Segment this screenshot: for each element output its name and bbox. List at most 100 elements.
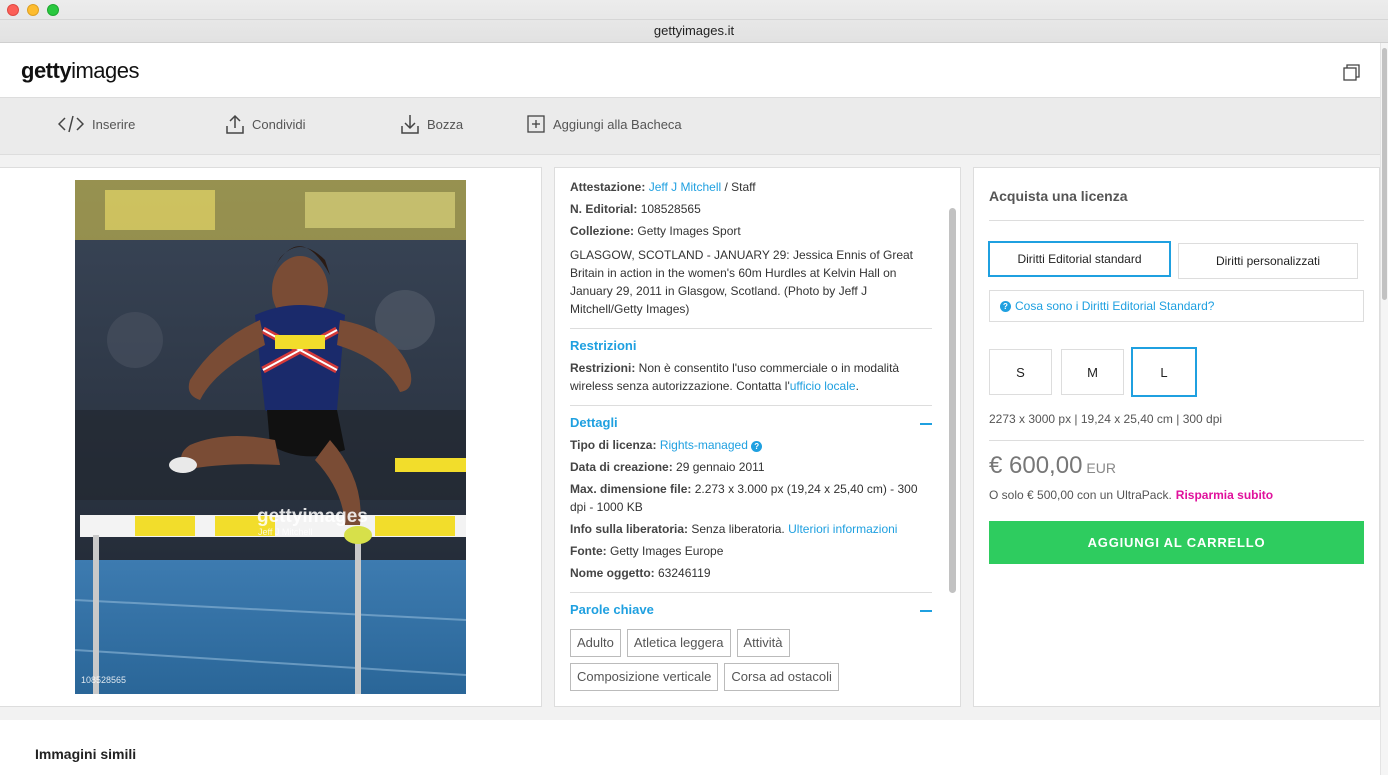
window-url: gettyimages.it — [653, 23, 735, 38]
license-type-label: Tipo di licenza: — [570, 438, 657, 452]
rights-help-box[interactable]: ? Cosa sono i Diritti Editorial Standard… — [989, 290, 1364, 322]
comp-download-button[interactable]: Bozza — [401, 112, 463, 136]
source-row: Fonte: Getty Images Europe — [570, 542, 932, 560]
restrictions-title: Restrizioni — [570, 338, 637, 353]
photo-id-label: 108528565 — [81, 675, 127, 685]
more-info-link[interactable]: Ulteriori informazioni — [788, 522, 897, 536]
creation-date-row: Data di creazione: 29 gennaio 2011 — [570, 458, 932, 476]
size-m-button[interactable]: M — [1061, 349, 1124, 395]
license-purchase-panel: Acquista una licenza Diritti Editorial s… — [973, 167, 1380, 707]
editorial-label: N. Editorial: — [570, 202, 638, 216]
photographer-link[interactable]: Jeff J Mitchell — [649, 180, 721, 194]
minimize-window-button[interactable] — [27, 4, 39, 16]
divider — [989, 440, 1364, 441]
share-label: Condividi — [252, 116, 306, 132]
divider — [570, 592, 932, 593]
share-button[interactable]: Condividi — [226, 112, 305, 136]
selected-dimensions: 2273 x 3000 px | 19,24 x 25,40 cm | 300 … — [989, 412, 1223, 426]
embed-label: Inserire — [92, 116, 136, 132]
release-info-row: Info sulla liberatoria: Senza liberatori… — [570, 520, 932, 538]
athlete-photo[interactable]: gettyimages Jeff J Mitchell 108528565 — [75, 180, 466, 694]
close-window-button[interactable] — [7, 4, 19, 16]
keyword-tag[interactable]: Corsa ad ostacoli — [724, 663, 839, 691]
help-icon: ? — [1000, 300, 1011, 312]
keyword-tag[interactable]: Atletica leggera — [626, 629, 731, 657]
restrictions-end: . — [855, 379, 859, 393]
release-info-label: Info sulla liberatoria: — [570, 522, 689, 536]
restrictions-heading[interactable]: Restrizioni — [570, 337, 932, 359]
max-size-row: Max. dimensione file: 2.273 x 3.000 px (… — [570, 480, 932, 516]
ultrapack-text: O solo € 500,00 con un UltraPack. — [989, 488, 1172, 502]
embed-icon — [58, 115, 84, 133]
help-icon[interactable]: ? — [751, 441, 763, 452]
collection-row: Collezione: Getty Images Sport — [570, 222, 932, 240]
price-currency: EUR — [1086, 460, 1116, 476]
local-office-link[interactable]: ufficio locale — [790, 379, 856, 393]
divider — [989, 220, 1364, 221]
object-name-row: Nome oggetto: 63246119 — [570, 564, 932, 582]
standard-rights-label: Diritti Editorial standard — [1017, 252, 1142, 266]
collapse-keywords-icon[interactable] — [920, 610, 932, 612]
release-info-value: Senza liberatoria. — [691, 522, 785, 536]
keyword-tag[interactable]: Composizione verticale — [570, 663, 719, 691]
details-title: Dettagli — [570, 415, 618, 430]
zoom-window-button[interactable] — [47, 4, 59, 16]
traffic-light-row — [0, 0, 1388, 20]
collection-value: Getty Images Sport — [637, 224, 741, 238]
source-value: Getty Images Europe — [610, 544, 724, 558]
price-value: € 600,00 — [989, 452, 1083, 479]
keyword-tag[interactable]: Adulto — [570, 629, 621, 657]
save-now-link[interactable]: Risparmia subito — [1176, 488, 1273, 502]
share-icon — [226, 114, 244, 134]
size-label: S — [1016, 364, 1025, 380]
photo-watermark: gettyimages — [257, 506, 368, 527]
embed-button[interactable]: Inserire — [58, 112, 135, 136]
photo-watermark-credit: Jeff J Mitchell — [258, 527, 313, 537]
price-display: € 600,00 EUR — [989, 452, 1116, 480]
restrictions-text: Restrizioni: Non è consentito l'uso comm… — [570, 359, 932, 395]
fullscreen-icon[interactable] — [1343, 63, 1361, 81]
keywords-title: Parole chiave — [570, 602, 654, 617]
collection-label: Collezione: — [570, 224, 635, 238]
image-toolbar: Inserire Condividi Bozza Aggiungi alla B… — [0, 98, 1380, 155]
keywords-heading[interactable]: Parole chiave — [570, 601, 932, 623]
max-size-label: Max. dimensione file: — [570, 482, 692, 496]
custom-rights-button[interactable]: Diritti personalizzati — [1178, 243, 1358, 279]
collapse-details-icon[interactable] — [920, 423, 932, 425]
page-scrollbar-thumb[interactable] — [1382, 48, 1387, 300]
image-caption: GLASGOW, SCOTLAND - JANUARY 29: Jessica … — [570, 248, 914, 316]
add-to-cart-label: AGGIUNGI AL CARRELLO — [1087, 535, 1266, 550]
attribution-row: Attestazione: Jeff J Mitchell / Staff — [570, 178, 932, 196]
source-label: Fonte: — [570, 544, 607, 558]
standard-rights-button[interactable]: Diritti Editorial standard — [988, 241, 1171, 277]
custom-rights-label: Diritti personalizzati — [1215, 254, 1321, 268]
image-panel: gettyimages Jeff J Mitchell 108528565 — [0, 167, 542, 707]
details-content: Attestazione: Jeff J Mitchell / Staff N.… — [570, 178, 932, 691]
restrictions-label: Restrizioni: — [570, 361, 636, 375]
ultrapack-offer: O solo € 500,00 con un UltraPack. Risparm… — [989, 488, 1273, 502]
add-to-board-button[interactable]: Aggiungi alla Bacheca — [527, 112, 682, 136]
logo-light: images — [71, 58, 139, 83]
object-name-value: 63246119 — [658, 566, 711, 580]
download-label: Bozza — [427, 116, 464, 132]
size-l-button[interactable]: L — [1131, 347, 1197, 397]
divider — [570, 405, 932, 406]
site-header: gettyimages — [0, 43, 1380, 98]
license-type-row: Tipo di licenza: Rights-managed ? — [570, 436, 932, 454]
details-scrollbar[interactable] — [949, 208, 956, 593]
details-heading[interactable]: Dettagli — [570, 414, 932, 436]
creation-date-label: Data di creazione: — [570, 460, 673, 474]
download-icon — [401, 114, 419, 134]
gettyimages-logo[interactable]: gettyimages — [21, 58, 139, 84]
window-titlebar: gettyimages.it — [0, 0, 1388, 43]
add-board-label: Aggiungi alla Bacheca — [553, 116, 682, 132]
size-s-button[interactable]: S — [989, 349, 1052, 395]
add-board-icon — [527, 115, 545, 133]
rights-managed-link[interactable]: Rights-managed — [660, 438, 748, 452]
attribution-label: Attestazione: — [570, 180, 646, 194]
logo-bold: getty — [21, 58, 72, 83]
divider — [570, 328, 932, 329]
add-to-cart-button[interactable]: AGGIUNGI AL CARRELLO — [989, 521, 1364, 564]
keyword-tag[interactable]: Attività — [736, 629, 790, 657]
editorial-value: 108528565 — [640, 202, 701, 216]
